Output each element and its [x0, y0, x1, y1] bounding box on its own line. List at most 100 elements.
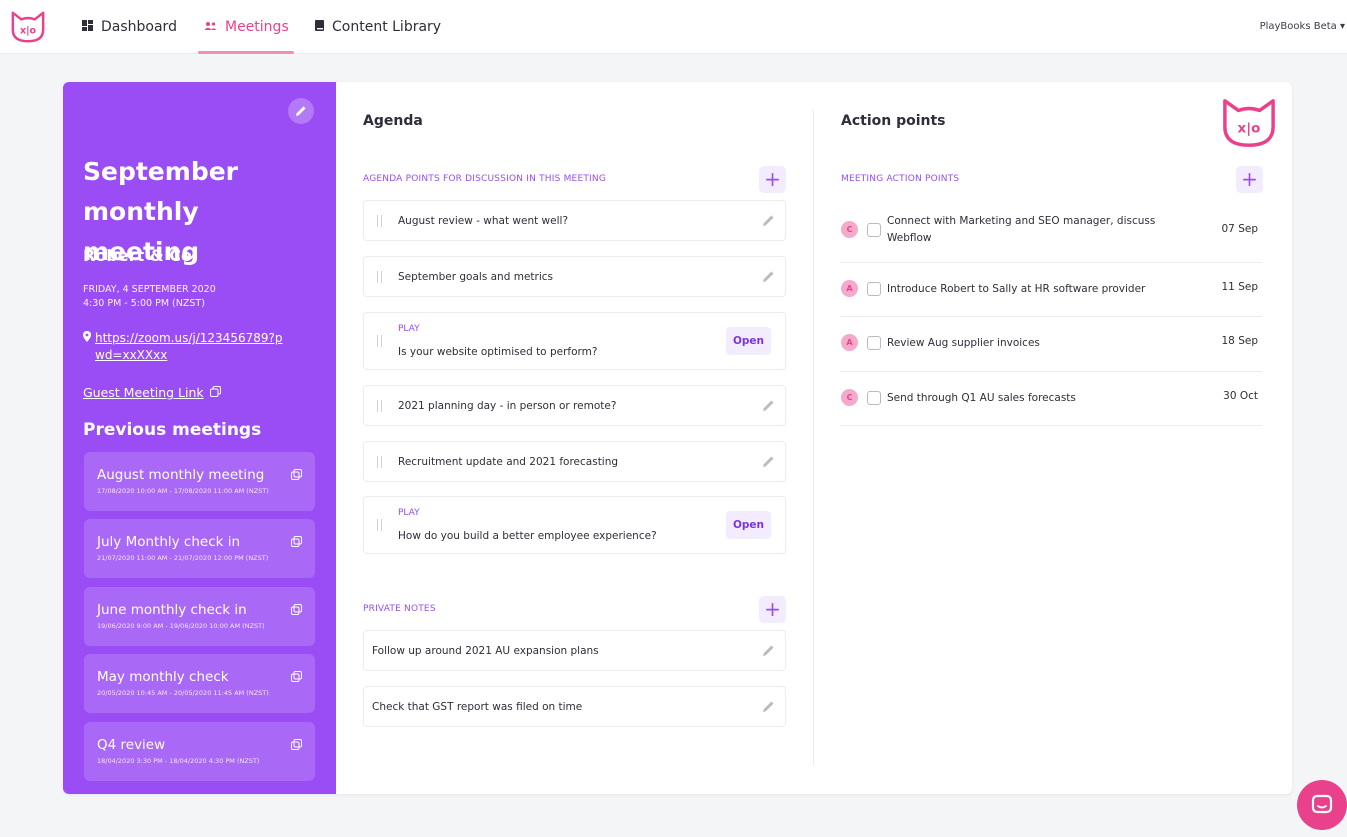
add-agenda-point-button[interactable]: +	[759, 166, 786, 193]
action-point-date: 18 Sep	[1221, 335, 1259, 347]
drag-handle-icon[interactable]	[377, 456, 382, 468]
nav-content-library-label: Content Library	[332, 19, 442, 35]
private-note-item[interactable]: Check that GST report was filed on time	[363, 686, 786, 727]
copy-icon[interactable]	[291, 536, 302, 547]
edit-meeting-button[interactable]	[288, 98, 314, 124]
previous-meeting-item[interactable]: August monthly meeting 17/08/2020 10:00 …	[84, 452, 315, 511]
previous-meeting-time: 21/07/2020 11:00 AM - 21/07/2020 12:00 P…	[97, 554, 269, 562]
nav-dashboard[interactable]: Dashboard	[82, 17, 177, 37]
meeting-datetime: FRIDAY, 4 SEPTEMBER 2020 4:30 PM - 5:00 …	[83, 283, 216, 311]
meeting-link-url: https://zoom.us/j/123456789?pwd=xxXXxx	[95, 331, 283, 362]
drag-handle-icon[interactable]	[377, 519, 382, 531]
previous-meeting-time: 20/05/2020 10:45 AM - 20/05/2020 11:45 A…	[97, 689, 269, 697]
agenda-play-item[interactable]: PLAY How do you build a better employee …	[363, 496, 786, 554]
company-name: Robert & Co.	[83, 246, 199, 265]
pencil-icon[interactable]	[762, 700, 775, 713]
column-divider	[813, 110, 814, 765]
agenda-item-text: How do you build a better employee exper…	[398, 530, 657, 542]
previous-meeting-item[interactable]: July Monthly check in 21/07/2020 11:00 A…	[84, 519, 315, 578]
previous-meeting-name: Q4 review	[97, 737, 166, 753]
meeting-card: September monthly meeting Robert & Co. F…	[63, 82, 1292, 794]
nav-meetings[interactable]: Meetings	[204, 17, 289, 37]
private-note-text: Check that GST report was filed on time	[372, 701, 583, 713]
xio-brand-logo-icon: x|o	[1223, 99, 1275, 147]
previous-meeting-name: June monthly check in	[97, 602, 247, 618]
pencil-icon	[296, 106, 306, 116]
pencil-icon[interactable]	[762, 455, 775, 468]
top-navigation: x|o Dashboard Meetings Content Library P…	[0, 0, 1347, 54]
chat-icon	[1311, 794, 1333, 814]
drag-handle-icon[interactable]	[377, 271, 382, 283]
previous-meeting-time: 18/04/2020 3:30 PM - 18/04/2020 4:30 PM …	[97, 757, 260, 765]
nav-content-library[interactable]: Content Library	[315, 17, 441, 37]
agenda-item[interactable]: August review - what went well?	[363, 200, 786, 241]
copy-icon[interactable]	[291, 604, 302, 615]
action-point-checkbox[interactable]	[867, 391, 881, 405]
agenda-item[interactable]: September goals and metrics	[363, 256, 786, 297]
agenda-item[interactable]: 2021 planning day - in person or remote?	[363, 385, 786, 426]
meeting-link[interactable]: https://zoom.us/j/123456789?pwd=xxXXxx	[83, 330, 323, 364]
meeting-date: FRIDAY, 4 SEPTEMBER 2020	[83, 284, 216, 295]
play-label: PLAY	[398, 324, 420, 334]
account-label: PlayBooks Beta	[1259, 21, 1337, 32]
action-point-item[interactable]: C Send through Q1 AU sales forecasts 30 …	[840, 372, 1262, 426]
nav-dashboard-label: Dashboard	[101, 19, 177, 35]
copy-icon[interactable]	[291, 739, 302, 750]
previous-meeting-item[interactable]: Q4 review 18/04/2020 3:30 PM - 18/04/202…	[84, 722, 315, 781]
previous-meeting-item[interactable]: June monthly check in 19/06/2020 9:00 AM…	[84, 587, 315, 646]
previous-meetings-title: Previous meetings	[83, 420, 262, 440]
book-icon	[315, 19, 324, 35]
previous-meeting-time: 17/08/2020 10:00 AM - 17/08/2020 11:00 A…	[97, 487, 269, 495]
pin-icon	[83, 330, 91, 364]
copy-icon[interactable]	[291, 469, 302, 480]
agenda-item-text: 2021 planning day - in person or remote?	[398, 400, 617, 412]
agenda-heading: Agenda	[363, 113, 423, 129]
add-action-point-button[interactable]: +	[1236, 166, 1263, 193]
chat-launcher-button[interactable]	[1297, 780, 1347, 830]
action-point-text: Send through Q1 AU sales forecasts	[887, 392, 1076, 404]
agenda-item[interactable]: Recruitment update and 2021 forecasting	[363, 441, 786, 482]
agenda-item-text: Is your website optimised to perform?	[398, 346, 598, 358]
account-menu[interactable]: PlayBooks Beta ▾	[1260, 21, 1345, 32]
pencil-icon[interactable]	[762, 644, 775, 657]
open-play-button[interactable]: Open	[726, 327, 771, 355]
action-points-section-label: MEETING ACTION POINTS	[841, 174, 960, 184]
xio-logo-icon[interactable]: x|o	[9, 9, 47, 45]
pencil-icon[interactable]	[762, 214, 775, 227]
agenda-item-text: Recruitment update and 2021 forecasting	[398, 456, 619, 468]
action-point-item[interactable]: A Review Aug supplier invoices 18 Sep	[840, 317, 1262, 372]
drag-handle-icon[interactable]	[377, 400, 382, 412]
guest-meeting-link[interactable]: Guest Meeting Link	[83, 385, 221, 400]
drag-handle-icon[interactable]	[377, 335, 382, 347]
drag-handle-icon[interactable]	[377, 215, 382, 227]
action-point-text: Review Aug supplier invoices	[887, 337, 1040, 349]
previous-meeting-name: July Monthly check in	[97, 534, 241, 550]
private-notes-label: PRIVATE NOTES	[363, 604, 436, 614]
action-point-checkbox[interactable]	[867, 282, 881, 296]
assignee-avatar: A	[841, 334, 858, 351]
assignee-avatar: A	[841, 280, 858, 297]
assignee-avatar: C	[841, 221, 858, 238]
open-play-button[interactable]: Open	[726, 511, 771, 539]
copy-icon[interactable]	[209, 385, 221, 400]
pencil-icon[interactable]	[762, 270, 775, 283]
action-point-checkbox[interactable]	[867, 223, 881, 237]
action-point-item[interactable]: C Connect with Marketing and SEO manager…	[840, 200, 1262, 263]
previous-meeting-item[interactable]: May monthly check 20/05/2020 10:45 AM - …	[84, 654, 315, 713]
action-point-item[interactable]: A Introduce Robert to Sally at HR softwa…	[840, 263, 1262, 317]
previous-meeting-name: May monthly check	[97, 669, 229, 685]
pencil-icon[interactable]	[762, 399, 775, 412]
private-note-text: Follow up around 2021 AU expansion plans	[372, 645, 599, 657]
agenda-section-label: AGENDA POINTS FOR DISCUSSION IN THIS MEE…	[363, 174, 606, 184]
add-private-note-button[interactable]: +	[759, 596, 786, 623]
copy-icon[interactable]	[291, 671, 302, 682]
meeting-time: 4:30 PM - 5:00 PM (NZST)	[83, 298, 205, 309]
previous-meeting-time: 19/06/2020 9:00 AM - 19/06/2020 10:00 AM…	[97, 622, 265, 630]
action-point-text: Connect with Marketing and SEO manager, …	[887, 215, 1156, 244]
nav-meetings-label: Meetings	[225, 19, 289, 35]
action-point-checkbox[interactable]	[867, 336, 881, 350]
private-note-item[interactable]: Follow up around 2021 AU expansion plans	[363, 630, 786, 671]
agenda-play-item[interactable]: PLAY Is your website optimised to perfor…	[363, 312, 786, 370]
assignee-avatar: C	[841, 389, 858, 406]
guest-link-label: Guest Meeting Link	[83, 385, 204, 400]
